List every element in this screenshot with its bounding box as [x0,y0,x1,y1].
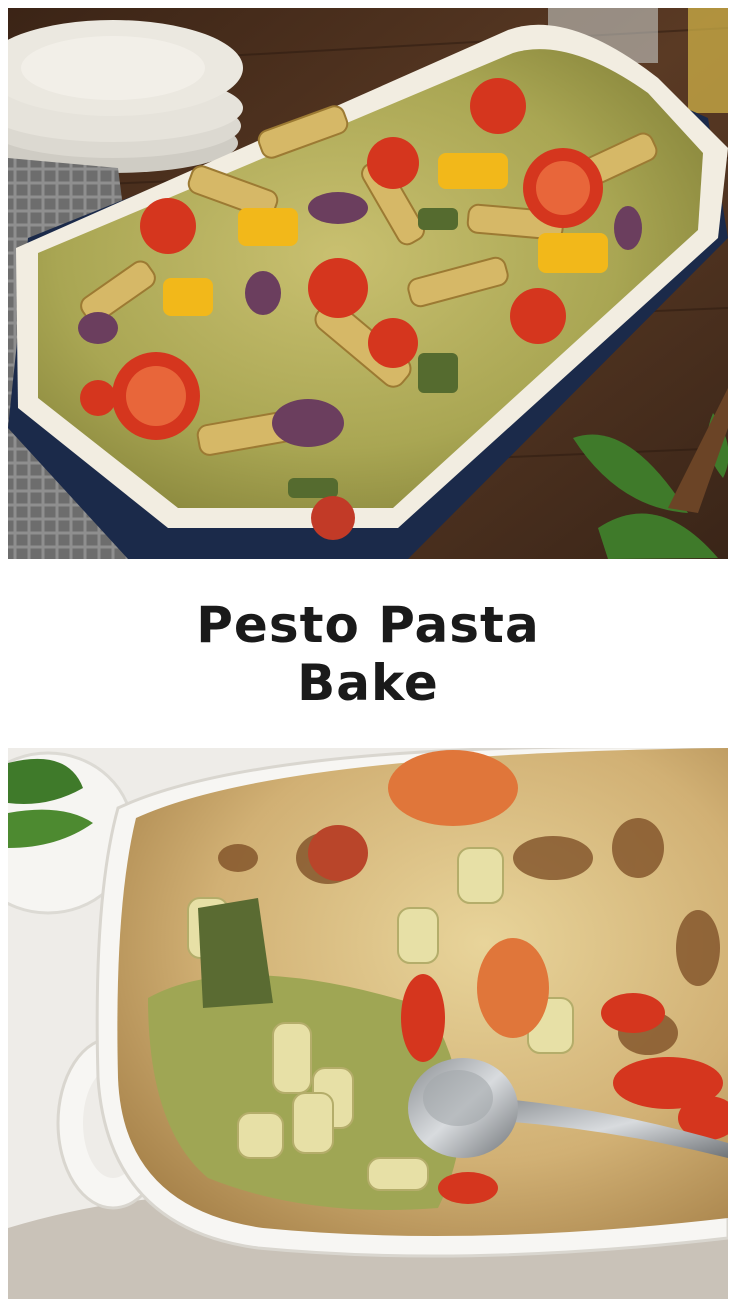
top-photo-illustration [8,8,728,559]
bottom-photo-illustration [8,748,728,1299]
top-photo [8,8,728,559]
oil-bottle [688,8,728,113]
bottom-photo [8,748,728,1299]
title-banner: Pesto Pasta Bake [0,559,736,748]
plate-stack [8,20,243,173]
recipe-title: Pesto Pasta Bake [196,595,540,712]
